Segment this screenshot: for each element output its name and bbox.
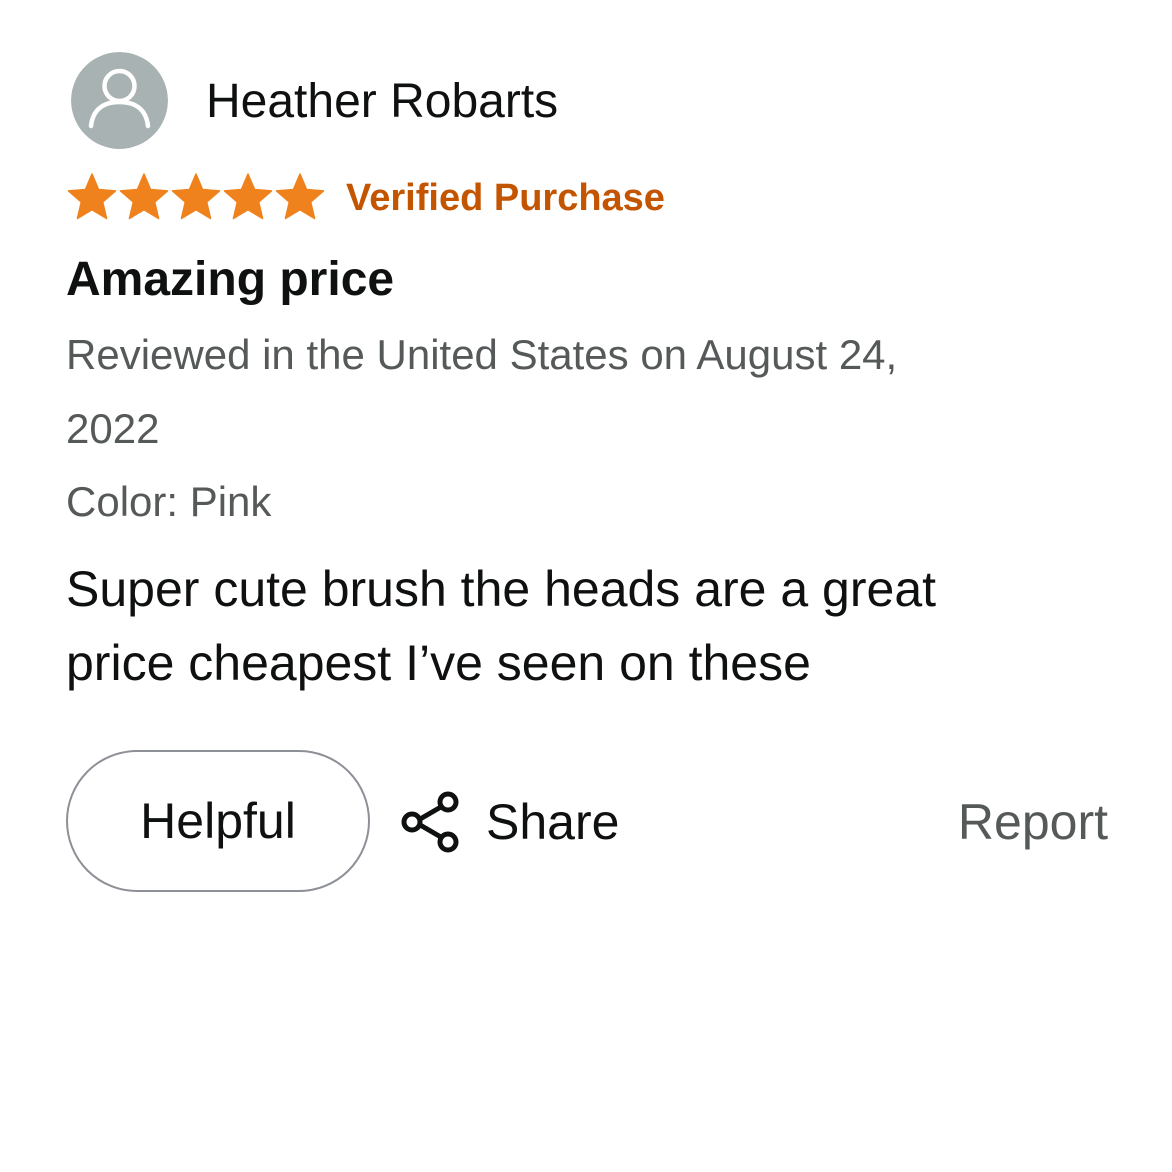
reviewer-avatar <box>71 52 168 149</box>
star-icon <box>171 173 221 220</box>
review-meta-line: 2022 <box>66 405 160 452</box>
review-body-line: price cheapest I’ve seen on these <box>66 635 811 691</box>
verified-purchase-badge: Verified Purchase <box>346 177 665 219</box>
reviewer-name[interactable]: Heather Robarts <box>206 70 558 134</box>
review-body-line: Super cute brush the heads are a great <box>66 561 937 617</box>
share-icon <box>401 791 459 853</box>
share-label: Share <box>486 794 620 850</box>
star-icon <box>275 173 325 220</box>
star-icon <box>119 173 169 220</box>
star-icon <box>223 173 273 220</box>
product-variant: Color: Pink <box>66 478 272 525</box>
rating-row: Verified Purchase <box>66 172 665 224</box>
star-icon <box>67 173 117 220</box>
star-rating <box>66 172 326 224</box>
user-silhouette-icon <box>71 52 168 149</box>
review-date-location: Reviewed in the United States on August … <box>66 318 1066 466</box>
review-body: Super cute brush the heads are a great p… <box>66 552 1106 700</box>
helpful-button[interactable]: Helpful <box>66 750 370 892</box>
share-button[interactable]: Share <box>398 786 619 858</box>
review-meta-line: Reviewed in the United States on August … <box>66 331 898 378</box>
report-link[interactable]: Report <box>958 786 1108 858</box>
review-title[interactable]: Amazing price <box>66 250 394 310</box>
